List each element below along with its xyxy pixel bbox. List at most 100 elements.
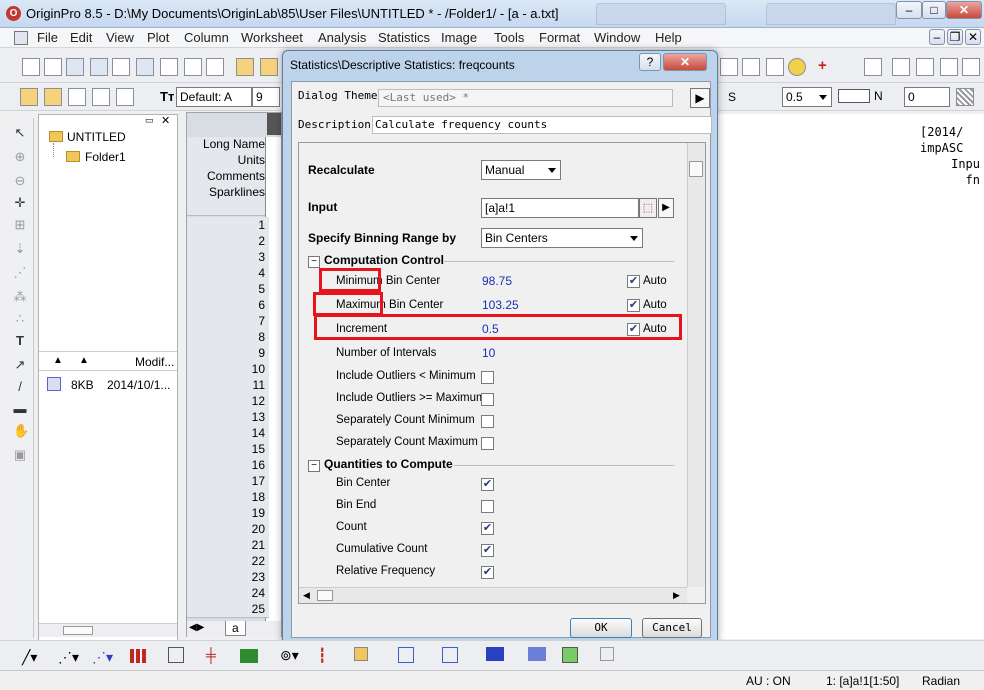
vertical-scrollbar[interactable] (687, 143, 705, 587)
new-project-icon[interactable] (22, 58, 40, 76)
3d-bars-icon[interactable] (528, 647, 546, 661)
polar-plot-icon[interactable]: ⊚▾ (280, 647, 299, 664)
stock-plot-icon[interactable]: ┇ (318, 647, 326, 664)
format-tool-icon[interactable] (116, 88, 134, 106)
add-layer-icon[interactable] (962, 58, 980, 76)
line-plot-icon[interactable]: ╱▾ (22, 649, 37, 666)
scatter-tool-icon[interactable]: ∴ (13, 312, 27, 326)
ok-button[interactable]: OK (570, 618, 632, 638)
cancel-button[interactable]: Cancel (642, 618, 702, 638)
add-icon[interactable]: + (818, 58, 834, 74)
collapse-quantities-icon[interactable]: − (308, 460, 320, 472)
maximize-button[interactable]: □ (922, 1, 946, 19)
line-tool-icon[interactable]: / (13, 380, 27, 394)
row-number[interactable]: 22 (187, 553, 269, 570)
collapse-computation-icon[interactable]: − (308, 256, 320, 268)
font-name-combo[interactable]: Default: A (176, 87, 252, 107)
row-number[interactable]: 13 (187, 409, 269, 426)
maximum-auto-checkbox[interactable]: ✔ (627, 299, 640, 312)
background-tab[interactable] (596, 3, 726, 25)
region-tool-icon[interactable]: ▣ (13, 448, 27, 462)
menu-edit[interactable]: Edit (70, 30, 92, 45)
arrow-tool-icon[interactable]: ↗ (13, 358, 27, 372)
row-number[interactable]: 3 (187, 249, 269, 266)
3d-surface-icon[interactable] (398, 647, 414, 663)
sheet-prev-icon[interactable]: ◀▶ (189, 622, 204, 633)
column-header-a[interactable] (267, 113, 281, 135)
sort-up-icon[interactable]: ▲ (79, 355, 89, 366)
separately-count-max-checkbox[interactable] (481, 437, 494, 450)
extract-layers-icon[interactable] (940, 58, 958, 76)
row-number[interactable]: 7 (187, 313, 269, 330)
bin-center-checkbox[interactable]: ✔ (481, 478, 494, 491)
menu-statistics[interactable]: Statistics (378, 30, 430, 45)
open-icon[interactable] (236, 58, 254, 76)
line-symbol-plot-icon[interactable]: ⋰▾ (92, 649, 113, 666)
scroll-right-icon[interactable]: ▶ (673, 590, 680, 601)
menu-image[interactable]: Image (441, 30, 477, 45)
number-combo[interactable]: 0 (904, 87, 950, 107)
menu-window[interactable]: Window (594, 30, 640, 45)
template-icon[interactable] (354, 647, 368, 661)
new-matrix-icon[interactable] (136, 58, 154, 76)
merge-graph-icon[interactable] (916, 58, 934, 76)
row-number[interactable]: 19 (187, 505, 269, 522)
scroll-thumb[interactable] (317, 590, 333, 601)
font-size-combo[interactable]: 9 (252, 87, 280, 107)
row-number[interactable]: 2 (187, 233, 269, 250)
tree-root-untitled[interactable]: UNTITLED (67, 130, 126, 144)
sort-up-icon[interactable]: ▲ (53, 355, 63, 366)
3d-plot-icon[interactable] (168, 647, 184, 663)
3d-color-map-icon[interactable] (486, 647, 504, 661)
image-plot-icon[interactable] (600, 647, 614, 661)
results-log-icon[interactable] (742, 58, 760, 76)
mdi-close-button[interactable]: ✕ (965, 29, 981, 45)
worksheet-menu-icon[interactable] (14, 31, 28, 45)
new-layout-icon[interactable] (184, 58, 202, 76)
layer-icon[interactable] (864, 58, 882, 76)
row-number[interactable]: 16 (187, 457, 269, 474)
row-number[interactable]: 4 (187, 265, 269, 282)
new-excel-icon[interactable] (90, 58, 108, 76)
minimum-auto-checkbox[interactable]: ✔ (627, 275, 640, 288)
row-number[interactable]: 11 (187, 377, 269, 394)
rectangle-tool-icon[interactable]: ▬ (13, 402, 27, 416)
zoom-out-icon[interactable]: ⊖ (13, 174, 27, 188)
statistics-plot-icon[interactable]: ╪ (206, 647, 216, 663)
row-number[interactable]: 8 (187, 329, 269, 346)
menu-plot[interactable]: Plot (147, 30, 169, 45)
input-menu-arrow-icon[interactable]: ▶ (658, 198, 674, 218)
number-of-intervals-value[interactable]: 10 (482, 346, 495, 360)
menu-file[interactable]: File (37, 30, 58, 45)
pattern-icon[interactable] (956, 88, 974, 106)
data-reader-icon[interactable]: ✛ (13, 196, 27, 210)
help-button[interactable]: ? (639, 53, 661, 71)
dialog-close-button[interactable]: ✕ (663, 53, 707, 71)
pin-icon[interactable] (92, 88, 110, 106)
background-tab[interactable] (766, 3, 896, 25)
new-folder-icon[interactable] (44, 58, 62, 76)
close-button[interactable]: ✕ (946, 1, 982, 19)
column-modified[interactable]: Modif... (135, 355, 174, 369)
row-number[interactable]: 23 (187, 569, 269, 586)
screen-reader-icon[interactable]: ⊞ (13, 218, 27, 232)
menu-column[interactable]: Column (184, 30, 229, 45)
row-number[interactable]: 17 (187, 473, 269, 490)
row-number[interactable]: 12 (187, 393, 269, 410)
area-plot-icon[interactable] (240, 649, 258, 663)
code-builder-icon[interactable] (720, 58, 738, 76)
row-number[interactable]: 21 (187, 537, 269, 554)
horizontal-scrollbar[interactable] (39, 623, 177, 637)
row-number[interactable]: 6 (187, 297, 269, 314)
new-notes-icon[interactable] (206, 58, 224, 76)
cumulative-count-checkbox[interactable]: ✔ (481, 544, 494, 557)
color-combo[interactable]: N (874, 89, 883, 103)
data-selector-icon[interactable]: ⇣ (13, 242, 27, 256)
minimum-bin-center-value[interactable]: 98.75 (482, 274, 512, 288)
row-number[interactable]: 24 (187, 585, 269, 602)
menu-format[interactable]: Format (539, 30, 580, 45)
row-number[interactable]: 15 (187, 441, 269, 458)
line-width-combo[interactable]: 0.5 (782, 87, 832, 107)
row-number[interactable]: 14 (187, 425, 269, 442)
select-range-icon[interactable]: ⬚ (639, 198, 657, 218)
